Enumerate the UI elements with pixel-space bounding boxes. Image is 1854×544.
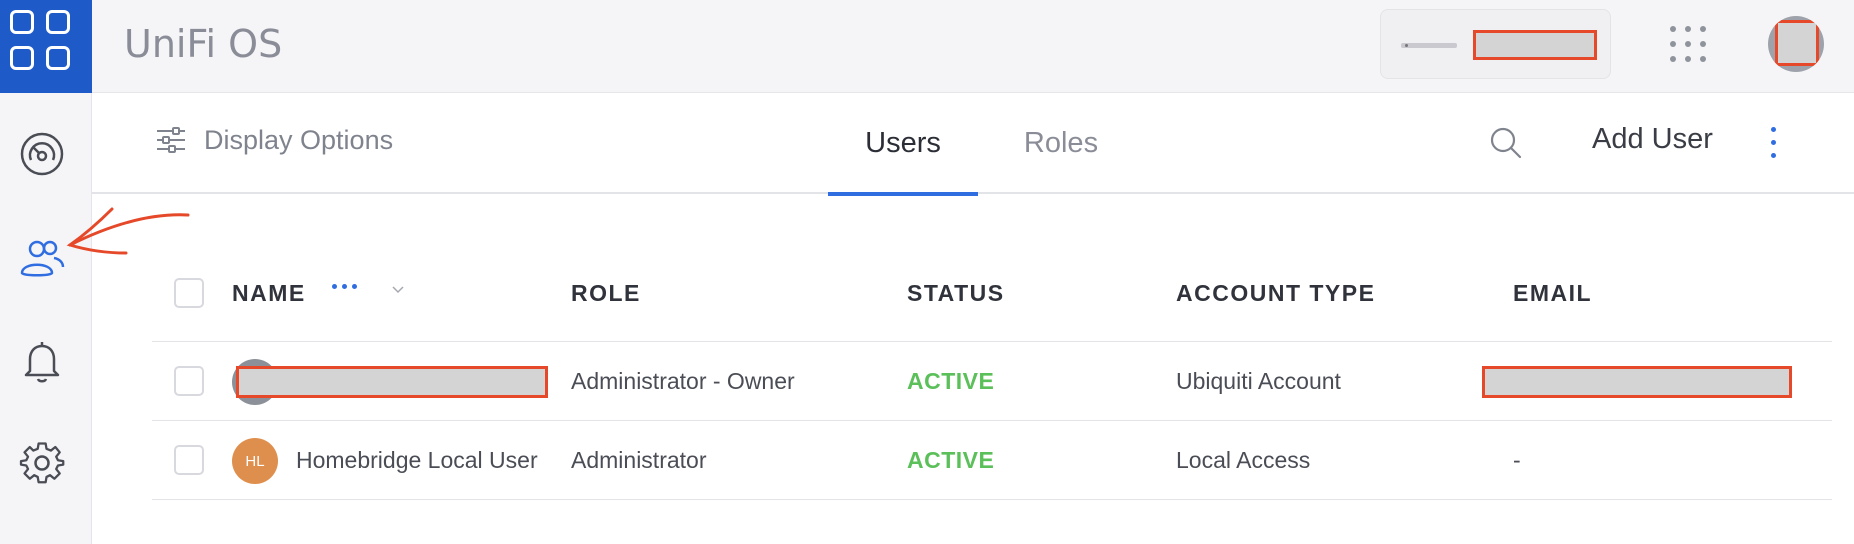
- user-name: Homebridge Local User: [296, 447, 538, 473]
- row-checkbox[interactable]: [174, 366, 204, 396]
- more-options-icon[interactable]: [1764, 123, 1784, 163]
- apps-dots-icon[interactable]: [1668, 24, 1708, 64]
- sidebar: [0, 93, 92, 544]
- status-badge: ACTIVE: [907, 368, 995, 394]
- bell-icon: [24, 342, 60, 383]
- avatar: HL: [232, 438, 278, 484]
- users-icon: [20, 240, 65, 277]
- chevron-down-icon[interactable]: [392, 286, 404, 294]
- user-email: -: [1513, 447, 1521, 473]
- add-user-button[interactable]: Add User: [1592, 123, 1713, 156]
- sidebar-item-dashboard[interactable]: [14, 126, 70, 182]
- name-column-options-icon[interactable]: [330, 284, 360, 292]
- tab-users[interactable]: Users: [828, 93, 978, 196]
- sidebar-item-users[interactable]: [14, 229, 70, 285]
- user-avatar[interactable]: [1768, 16, 1824, 72]
- column-header-status[interactable]: STATUS: [907, 280, 1005, 307]
- table-header: NAME ROLE STATUS ACCOUNT TYPE EMAIL: [152, 250, 1832, 342]
- column-header-account-type[interactable]: ACCOUNT TYPE: [1176, 280, 1375, 307]
- column-header-name[interactable]: NAME: [232, 280, 306, 307]
- table-row[interactable]: HL Homebridge Local User Administrator A…: [152, 421, 1832, 500]
- app-launcher-button[interactable]: [0, 0, 92, 93]
- row-checkbox[interactable]: [174, 445, 204, 475]
- console-name-redacted: [1473, 30, 1597, 60]
- avatar-redacted: [1775, 20, 1819, 66]
- status-badge: ACTIVE: [907, 447, 995, 473]
- display-options-button[interactable]: Display Options: [156, 115, 393, 165]
- search-icon: [1490, 127, 1522, 159]
- sliders-icon: [157, 127, 185, 153]
- sidebar-item-settings[interactable]: [14, 437, 70, 493]
- select-all-checkbox[interactable]: [174, 278, 204, 308]
- users-toolbar: Display Options Users Roles Add User: [92, 93, 1854, 196]
- account-type: Ubiquiti Account: [1176, 368, 1341, 394]
- column-header-email[interactable]: EMAIL: [1513, 280, 1592, 307]
- email-redacted: [1482, 366, 1792, 398]
- users-table: NAME ROLE STATUS ACCOUNT TYPE EMAIL Admi…: [152, 250, 1832, 500]
- top-bar: UniFi OS: [0, 0, 1854, 93]
- console-device-icon: [1401, 43, 1457, 48]
- account-type: Local Access: [1176, 447, 1311, 473]
- console-selector[interactable]: [1380, 9, 1611, 79]
- search-button[interactable]: [1488, 125, 1524, 161]
- gauge-icon: [20, 132, 64, 176]
- gear-icon: [19, 442, 65, 484]
- display-options-label: Display Options: [204, 124, 394, 155]
- table-row[interactable]: Administrator - Owner ACTIVE Ubiquiti Ac…: [152, 342, 1832, 421]
- tab-roles[interactable]: Roles: [996, 93, 1126, 194]
- app-title: UniFi OS: [124, 22, 283, 66]
- sidebar-item-notifications[interactable]: [14, 333, 70, 389]
- user-role: Administrator: [571, 447, 707, 473]
- user-role: Administrator - Owner: [571, 368, 795, 394]
- column-header-role[interactable]: ROLE: [571, 280, 641, 307]
- name-redacted: [236, 366, 548, 398]
